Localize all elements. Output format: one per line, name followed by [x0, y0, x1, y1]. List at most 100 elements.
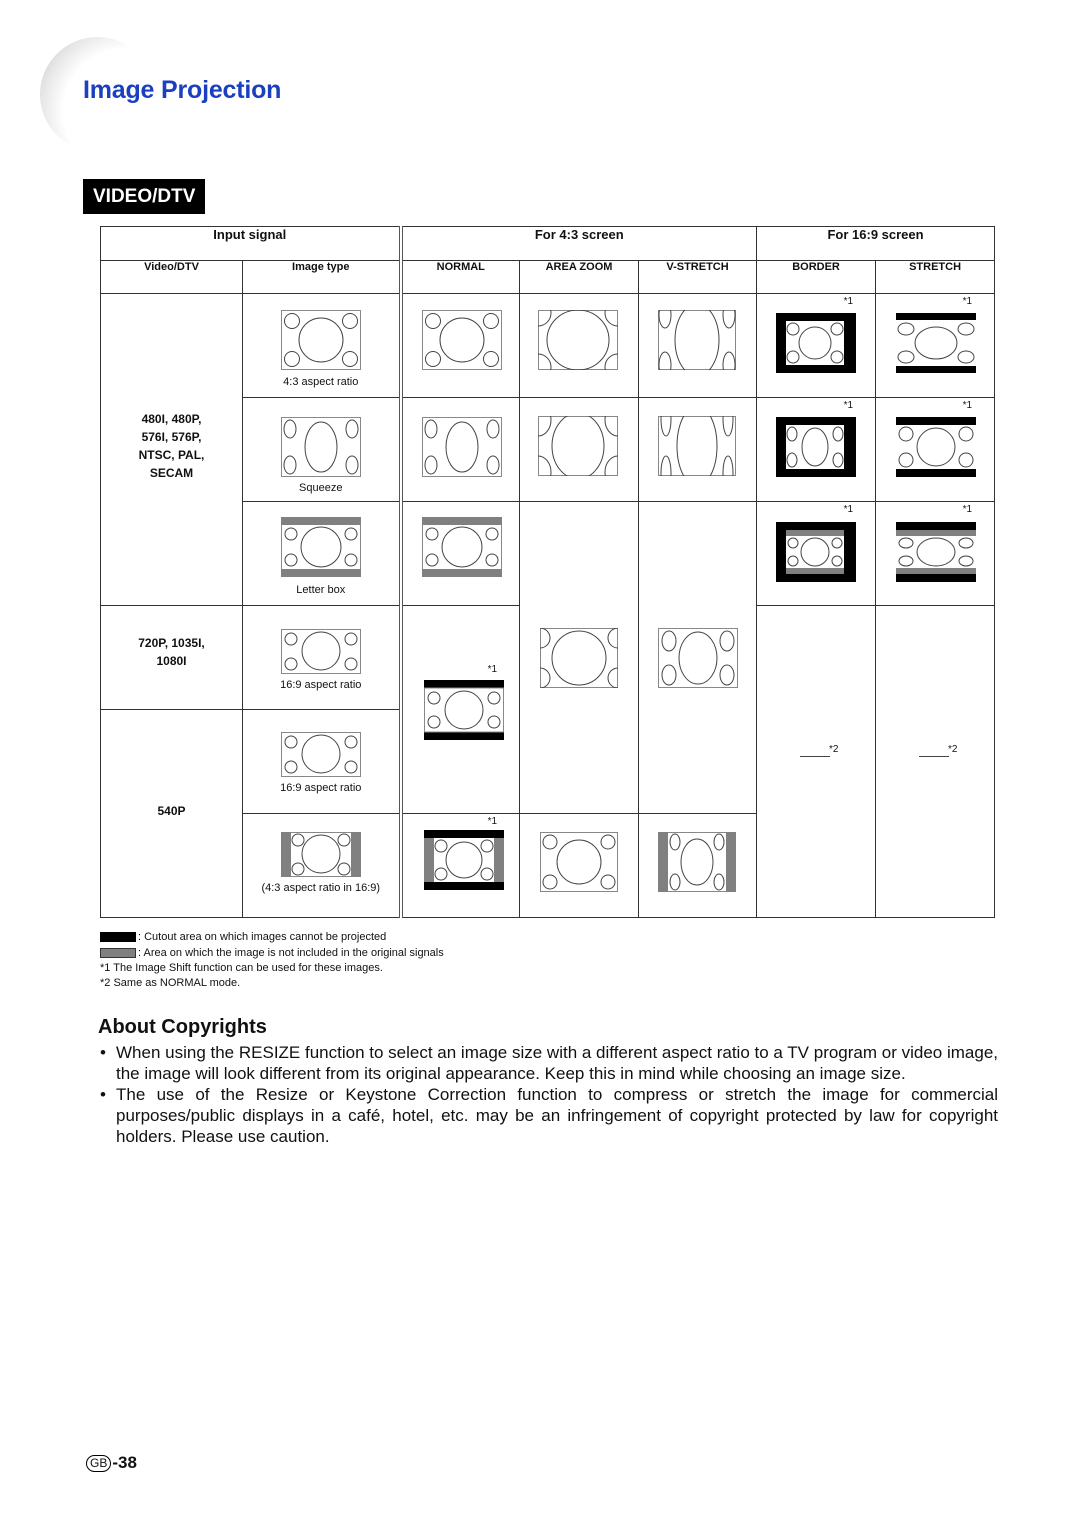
image-type-letter-box: Letter box: [241, 501, 403, 606]
footnote-1: *1 The Image Shift function can be used …: [100, 962, 383, 974]
diagram-border: [776, 313, 857, 373]
diagram-area-zoom: [540, 628, 619, 688]
diagram-stretch: [896, 522, 977, 582]
signal-line: 576I, 576P,: [141, 429, 202, 444]
footnote-marker-2: *2: [948, 744, 958, 755]
cell-area-zoom: [519, 293, 640, 398]
cell-border: *1: [756, 501, 877, 606]
signal-line: NTSC, PAL,: [138, 447, 205, 462]
page-number: GB -38: [86, 1453, 137, 1473]
diagram-normal: [423, 680, 504, 740]
col-video-dtv: Video/DTV: [100, 260, 243, 294]
swatch-black: [100, 932, 136, 943]
signal-hd: 720P, 1035I, 1080I: [100, 605, 243, 710]
header-4-3-screen: For 4:3 screen: [400, 226, 758, 261]
diagram-border: [776, 522, 857, 582]
footnote-marker-1: *1: [843, 400, 854, 411]
image-type-4-3: 4:3 aspect ratio: [241, 293, 403, 398]
dash-placeholder: [800, 756, 831, 757]
footnote-marker-2: *2: [829, 744, 839, 755]
cell-border-merged: *2: [756, 605, 877, 918]
header-input-signal: Input signal: [99, 226, 403, 261]
diagram-normal: [423, 830, 504, 890]
cell-area-zoom-merged: [519, 501, 640, 814]
diagram-normal: [421, 417, 502, 477]
cell-stretch-merged: *2: [875, 605, 996, 918]
col-area-zoom: AREA ZOOM: [519, 260, 640, 294]
page-number-text: -38: [112, 1453, 137, 1472]
col-image-type: Image type: [241, 260, 403, 294]
diagram-letter-box: [281, 517, 361, 577]
diagram-area-zoom: [540, 832, 619, 892]
page-title: Image Projection: [83, 76, 282, 104]
diagram-v-stretch: [658, 628, 739, 688]
cell-v-stretch-merged: [638, 501, 758, 814]
cell-stretch: *1: [875, 293, 996, 398]
legend-text: : Cutout area on which images cannot be …: [138, 931, 387, 943]
diagram-stretch: [896, 313, 977, 373]
diagram-area-zoom: [538, 416, 619, 476]
diagram-border: [776, 417, 857, 477]
region-badge: GB: [86, 1454, 112, 1472]
diagram-16-9: [281, 629, 361, 674]
cell-area-zoom: [519, 813, 640, 918]
image-type-label: 16:9 aspect ratio: [280, 782, 362, 794]
col-v-stretch: V-STRETCH: [638, 260, 758, 294]
diagram-v-stretch: [658, 832, 737, 892]
col-normal: NORMAL: [400, 260, 521, 294]
signal-line: 1080I: [156, 653, 187, 668]
cell-normal: *1: [400, 813, 521, 918]
cell-area-zoom: [519, 397, 640, 502]
footnote-marker-1: *1: [962, 296, 973, 307]
legend-not-included: : Area on which the image is not include…: [100, 946, 444, 961]
cell-v-stretch: [638, 293, 758, 398]
image-type-label: Letter box: [296, 584, 346, 596]
image-type-label: Squeeze: [299, 482, 343, 494]
footnote-marker-1: *1: [962, 400, 973, 411]
copyrights-list: When using the RESIZE function to select…: [98, 1042, 998, 1147]
footnote-marker-1: *1: [843, 504, 854, 515]
cell-normal: [400, 293, 521, 398]
image-type-16-9: 16:9 aspect ratio: [241, 605, 403, 710]
footnote-marker-1: *1: [487, 816, 498, 827]
image-type-16-9: 16:9 aspect ratio: [241, 709, 403, 814]
footnote-marker-1: *1: [487, 664, 498, 675]
section-badge: VIDEO/DTV: [83, 179, 206, 214]
image-type-label: (4:3 aspect ratio in 16:9): [261, 882, 381, 894]
dash-placeholder: [919, 756, 950, 757]
diagram-4-3-in-16-9: [281, 832, 361, 877]
cell-normal-merged: *1: [400, 605, 521, 814]
cell-normal: [400, 397, 521, 502]
signal-line: 540P: [157, 803, 186, 818]
copyrights-bullet: When using the RESIZE function to select…: [98, 1042, 998, 1084]
cell-normal: [400, 501, 521, 606]
legend-text: : Area on which the image is not include…: [138, 947, 444, 959]
cell-v-stretch: [638, 813, 758, 918]
copyrights-bullet: The use of the Resize or Keystone Correc…: [98, 1084, 998, 1147]
diagram-area-zoom: [538, 310, 619, 370]
image-type-label: 4:3 aspect ratio: [283, 376, 359, 388]
signal-540p: 540P: [100, 709, 243, 918]
signal-line: 720P, 1035I,: [138, 635, 205, 650]
diagram-4-3: [281, 310, 361, 370]
signal-sd: 480I, 480P, 576I, 576P, NTSC, PAL, SECAM: [100, 293, 243, 606]
col-stretch: STRETCH: [875, 260, 996, 294]
diagram-16-9: [281, 732, 361, 777]
diagram-normal: [421, 310, 502, 370]
footnote-marker-1: *1: [962, 504, 973, 515]
cell-border: *1: [756, 397, 877, 502]
signal-line: SECAM: [149, 465, 194, 480]
image-type-label: 16:9 aspect ratio: [280, 679, 362, 691]
diagram-v-stretch: [658, 416, 737, 476]
image-type-squeeze: Squeeze: [241, 397, 403, 502]
footnote-2: *2 Same as NORMAL mode.: [100, 977, 241, 989]
image-type-4-3-in-16-9: (4:3 aspect ratio in 16:9): [241, 813, 403, 918]
diagram-v-stretch: [658, 310, 737, 370]
header-16-9-screen: For 16:9 screen: [756, 226, 996, 261]
resize-table: Input signal For 4:3 screen For 16:9 scr…: [99, 226, 996, 918]
legend-cutout: : Cutout area on which images cannot be …: [100, 930, 386, 945]
swatch-gray: [100, 948, 136, 959]
diagram-normal: [421, 517, 502, 577]
cell-border: *1: [756, 293, 877, 398]
cell-stretch: *1: [875, 501, 996, 606]
